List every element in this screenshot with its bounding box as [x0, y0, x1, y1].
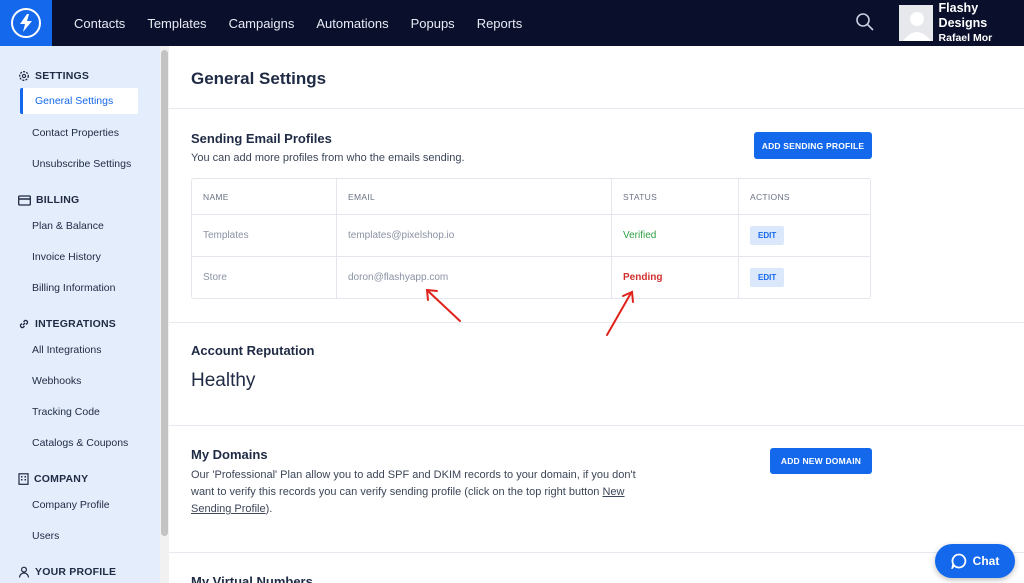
main-content: General Settings Sending Email Profiles …	[169, 46, 1024, 583]
building-icon	[18, 473, 29, 485]
sidebar-item-users[interactable]: Users	[32, 530, 59, 542]
sidebar-item-company-profile[interactable]: Company Profile	[32, 499, 110, 511]
user-icon	[18, 566, 30, 578]
new-sending-profile-link-cont[interactable]: Sending Profile	[191, 503, 266, 515]
chat-button[interactable]: Chat	[935, 544, 1015, 578]
nav-popups[interactable]: Popups	[411, 16, 455, 31]
nav-campaigns[interactable]: Campaigns	[229, 16, 295, 31]
divider	[169, 108, 1024, 109]
settings-sidebar: SETTINGS General Settings Contact Proper…	[0, 46, 160, 583]
page-title: General Settings	[191, 69, 327, 88]
profile-name: Store	[192, 257, 337, 298]
new-sending-profile-link[interactable]: New	[602, 486, 624, 498]
sending-profiles-table: NAME EMAIL STATUS ACTIONS Templates temp…	[191, 178, 871, 299]
sidebar-section-billing: BILLING	[18, 194, 79, 206]
profile-email: doron@flashyapp.com	[337, 257, 612, 298]
avatar	[899, 5, 933, 41]
main-nav: Contacts Templates Campaigns Automations…	[74, 16, 544, 31]
account-name: Flashy Designs	[938, 0, 988, 31]
add-new-domain-button[interactable]: ADD NEW DOMAIN	[770, 448, 872, 474]
sidebar-section-settings: SETTINGS	[18, 70, 89, 82]
column-header-name: NAME	[192, 179, 337, 214]
sending-profiles-description: You can add more profiles from who the e…	[191, 152, 465, 164]
sidebar-section-company: COMPANY	[18, 473, 88, 485]
account-menu[interactable]: Flashy Designs Rafael Mor	[899, 0, 1024, 45]
account-reputation-title: Account Reputation	[191, 343, 315, 358]
column-header-actions: ACTIONS	[750, 191, 790, 202]
account-user: Rafael Mor	[938, 32, 993, 45]
table-header-row: NAME EMAIL STATUS ACTIONS	[192, 179, 870, 215]
sidebar-item-billing-information[interactable]: Billing Information	[32, 282, 115, 294]
my-virtual-numbers-title: My Virtual Numbers	[191, 574, 313, 583]
sidebar-item-invoice-history[interactable]: Invoice History	[32, 251, 101, 263]
column-header-status: STATUS	[612, 179, 739, 214]
scrollbar-thumb[interactable]	[161, 50, 168, 536]
gear-icon	[19, 71, 29, 81]
table-row: Store doron@flashyapp.com Pending EDIT	[192, 257, 870, 298]
sending-profiles-title: Sending Email Profiles	[191, 131, 332, 146]
top-navigation-bar: Contacts Templates Campaigns Automations…	[0, 0, 1024, 46]
table-row: Templates templates@pixelshop.io Verifie…	[192, 215, 870, 257]
sidebar-item-all-integrations[interactable]: All Integrations	[32, 344, 101, 356]
divider	[169, 552, 1024, 553]
my-domains-description: Our 'Professional' Plan allow you to add…	[191, 469, 636, 516]
link-icon	[19, 319, 29, 329]
my-domains-title: My Domains	[191, 447, 268, 462]
logo[interactable]	[0, 0, 52, 46]
divider	[169, 425, 1024, 426]
search-icon[interactable]	[855, 12, 875, 32]
sidebar-item-plan-balance[interactable]: Plan & Balance	[32, 220, 104, 232]
sidebar-section-your-profile: YOUR PROFILE	[18, 566, 116, 578]
add-sending-profile-button[interactable]: ADD SENDING PROFILE	[754, 132, 872, 159]
lightning-bolt-icon	[11, 8, 41, 38]
sidebar-item-unsubscribe-settings[interactable]: Unsubscribe Settings	[32, 158, 131, 170]
nav-automations[interactable]: Automations	[316, 16, 388, 31]
divider	[169, 322, 1024, 323]
status-badge: Pending	[612, 257, 739, 298]
chat-bubble-icon	[950, 553, 966, 569]
sidebar-item-contact-properties[interactable]: Contact Properties	[32, 127, 119, 139]
sidebar-item-tracking-code[interactable]: Tracking Code	[32, 406, 100, 418]
column-header-email: EMAIL	[337, 179, 612, 214]
profile-email: templates@pixelshop.io	[337, 215, 612, 256]
sidebar-section-integrations: INTEGRATIONS	[18, 318, 116, 330]
actions-cell: EDIT	[739, 215, 870, 256]
nav-contacts[interactable]: Contacts	[74, 16, 125, 31]
edit-button[interactable]: EDIT	[750, 268, 785, 287]
nav-templates[interactable]: Templates	[147, 16, 206, 31]
sidebar-scrollbar[interactable]	[160, 46, 169, 583]
sidebar-item-catalogs-coupons[interactable]: Catalogs & Coupons	[32, 437, 128, 449]
nav-reports[interactable]: Reports	[477, 16, 523, 31]
credit-card-icon	[18, 194, 31, 206]
account-reputation-value: Healthy	[191, 370, 256, 391]
edit-button[interactable]: EDIT	[750, 226, 785, 245]
sidebar-item-general-settings[interactable]: General Settings	[20, 88, 138, 114]
sidebar-item-webhooks[interactable]: Webhooks	[32, 375, 81, 387]
actions-cell: EDIT	[739, 257, 870, 298]
profile-name: Templates	[192, 215, 337, 256]
status-badge: Verified	[612, 215, 739, 256]
